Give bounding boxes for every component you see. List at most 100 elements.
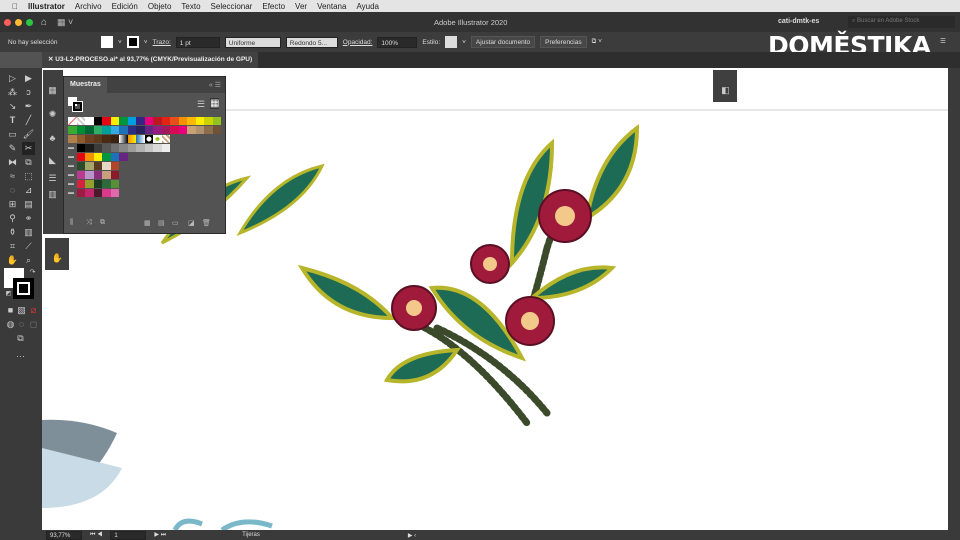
swatch[interactable] xyxy=(195,126,204,134)
swatches-tab[interactable]: Muestras xyxy=(64,77,107,93)
preferences-button[interactable]: Preferencias xyxy=(540,36,587,48)
swatch[interactable] xyxy=(153,117,162,125)
direct-selection-tool-icon[interactable]: ▶ xyxy=(22,72,35,85)
menu-objeto[interactable]: Objeto xyxy=(148,2,172,11)
swap-colors-icon[interactable]: ↷ xyxy=(26,266,39,279)
swatch[interactable] xyxy=(102,162,111,170)
swatch[interactable] xyxy=(153,126,162,134)
zoom-level[interactable]: 93,77% xyxy=(46,530,82,540)
layout-icon[interactable]: ▦ ˅ xyxy=(57,17,73,28)
arrange-icon[interactable]: ⧉ ˅ xyxy=(592,38,602,46)
swatch-options-icon[interactable]: ⤨ xyxy=(86,219,92,227)
home-icon[interactable]: ⌂ xyxy=(41,17,47,28)
user-account[interactable]: cati-dmtk-es xyxy=(778,18,819,25)
swatch[interactable] xyxy=(110,144,119,152)
swatch[interactable] xyxy=(93,189,102,197)
swatch[interactable] xyxy=(187,117,196,125)
swatch[interactable] xyxy=(102,153,111,161)
place-icon[interactable]: ⧉ xyxy=(100,219,105,227)
artboard-number[interactable]: 1 xyxy=(110,530,147,540)
swatch[interactable] xyxy=(93,135,102,143)
swatch[interactable] xyxy=(187,126,196,134)
swatch[interactable] xyxy=(85,135,94,143)
panel-options-icon[interactable]: « ☰ xyxy=(209,81,221,89)
swatch[interactable] xyxy=(110,180,119,188)
swatch[interactable] xyxy=(136,126,145,134)
screen-mode-icon[interactable]: ⧉ xyxy=(14,332,27,345)
next-artboard-icon[interactable]: ▶ ⏭ xyxy=(154,531,166,539)
swatch[interactable] xyxy=(110,162,119,170)
swatch[interactable] xyxy=(93,171,102,179)
new-swatch-icon[interactable]: ◪ xyxy=(188,219,195,227)
swatch[interactable] xyxy=(68,117,77,125)
minimize-window-button[interactable] xyxy=(15,18,22,26)
swatch[interactable] xyxy=(76,171,85,179)
variable-width-profile[interactable]: Uniforme xyxy=(224,36,281,48)
graph-tool-icon[interactable]: ▥ xyxy=(22,226,35,239)
selection-tool-icon[interactable]: ▷ xyxy=(6,72,19,85)
none-mode-icon[interactable]: ⧄ xyxy=(27,304,40,317)
swatch[interactable] xyxy=(93,180,102,188)
stroke-swatch[interactable] xyxy=(126,36,139,48)
type-tool-icon[interactable]: T xyxy=(6,114,19,127)
opacity-label[interactable]: Opacidad: xyxy=(343,39,373,46)
swatches-panel-icon[interactable]: ▦ xyxy=(46,84,59,97)
warp-tool-icon[interactable]: ≈ xyxy=(6,170,19,183)
hand-tool-icon[interactable]: ✋ xyxy=(6,254,19,267)
edit-toolbar-icon[interactable]: ··· xyxy=(14,350,27,363)
swatch[interactable] xyxy=(127,126,136,134)
symbols-panel-icon[interactable]: ♣ xyxy=(46,132,59,145)
maximize-window-button[interactable] xyxy=(26,18,33,26)
swatch[interactable] xyxy=(110,126,119,134)
swatch[interactable] xyxy=(204,126,213,134)
pen-tool-icon[interactable]: ✒ xyxy=(22,100,35,113)
swatch[interactable] xyxy=(85,171,94,179)
fill-swatch[interactable] xyxy=(101,36,113,48)
reflect-tool-icon[interactable]: ⧓ xyxy=(6,156,19,169)
color-group-icon[interactable]: ▦ xyxy=(144,219,151,227)
mesh-tool-icon[interactable]: ⊞ xyxy=(6,198,19,211)
menu-texto[interactable]: Texto xyxy=(181,2,200,11)
blend-tool-icon[interactable]: ⚭ xyxy=(22,212,35,225)
swatch[interactable] xyxy=(144,144,153,152)
swatch[interactable] xyxy=(195,117,204,125)
rectangle-tool-icon[interactable]: ▭ xyxy=(6,128,19,141)
menu-app[interactable]: Illustrator xyxy=(28,2,65,11)
swatch[interactable] xyxy=(102,189,111,197)
swatch[interactable] xyxy=(93,153,102,161)
apple-icon[interactable]:  xyxy=(12,2,18,11)
color-group-folder-icon[interactable]: ▬ xyxy=(68,180,77,188)
swatch[interactable] xyxy=(161,144,170,152)
trash-icon[interactable]: 🗑 xyxy=(202,219,211,227)
swatch[interactable] xyxy=(85,189,94,197)
stock-search-input[interactable]: ⌕ Buscar en Adobe Stock xyxy=(848,16,955,28)
swatch[interactable] xyxy=(161,126,170,134)
brushes-panel-icon[interactable]: ✺ xyxy=(46,108,59,121)
swatch[interactable] xyxy=(161,117,170,125)
free-transform-tool-icon[interactable]: ⬚ xyxy=(22,170,35,183)
swatch[interactable] xyxy=(161,135,170,143)
swatch[interactable] xyxy=(110,153,119,161)
first-artboard-icon[interactable]: ⏮ ◀ xyxy=(90,532,102,539)
edit-icon[interactable]: ▤ xyxy=(158,219,165,227)
graphic-styles-panel-icon[interactable]: ◣ xyxy=(46,154,59,167)
swatch[interactable] xyxy=(102,117,111,125)
swatch[interactable] xyxy=(119,117,128,125)
swatch[interactable] xyxy=(102,144,111,152)
color-group-folder-icon[interactable]: ▬ xyxy=(68,153,77,161)
swatch[interactable] xyxy=(85,126,94,134)
document-tab[interactable]: ✕ U3-L2-PROCESO.ai* al 93,77% (CMYK/Prev… xyxy=(42,52,259,68)
menu-ver[interactable]: Ver xyxy=(295,2,307,11)
swatch[interactable] xyxy=(127,144,136,152)
curvature-tool-icon[interactable]: ↘ xyxy=(6,100,19,113)
swatch[interactable] xyxy=(102,135,111,143)
fit-document-button[interactable]: Ajustar documento xyxy=(470,36,536,48)
folder-icon[interactable]: ▭ xyxy=(172,219,179,227)
swatch[interactable] xyxy=(119,144,128,152)
default-colors-icon[interactable]: ◩ xyxy=(2,288,15,301)
swatch[interactable] xyxy=(85,144,94,152)
swatch[interactable] xyxy=(170,117,179,125)
swatch[interactable] xyxy=(119,153,128,161)
swatch[interactable] xyxy=(76,126,85,134)
paintbrush-tool-icon[interactable]: 🖌 xyxy=(22,128,35,141)
